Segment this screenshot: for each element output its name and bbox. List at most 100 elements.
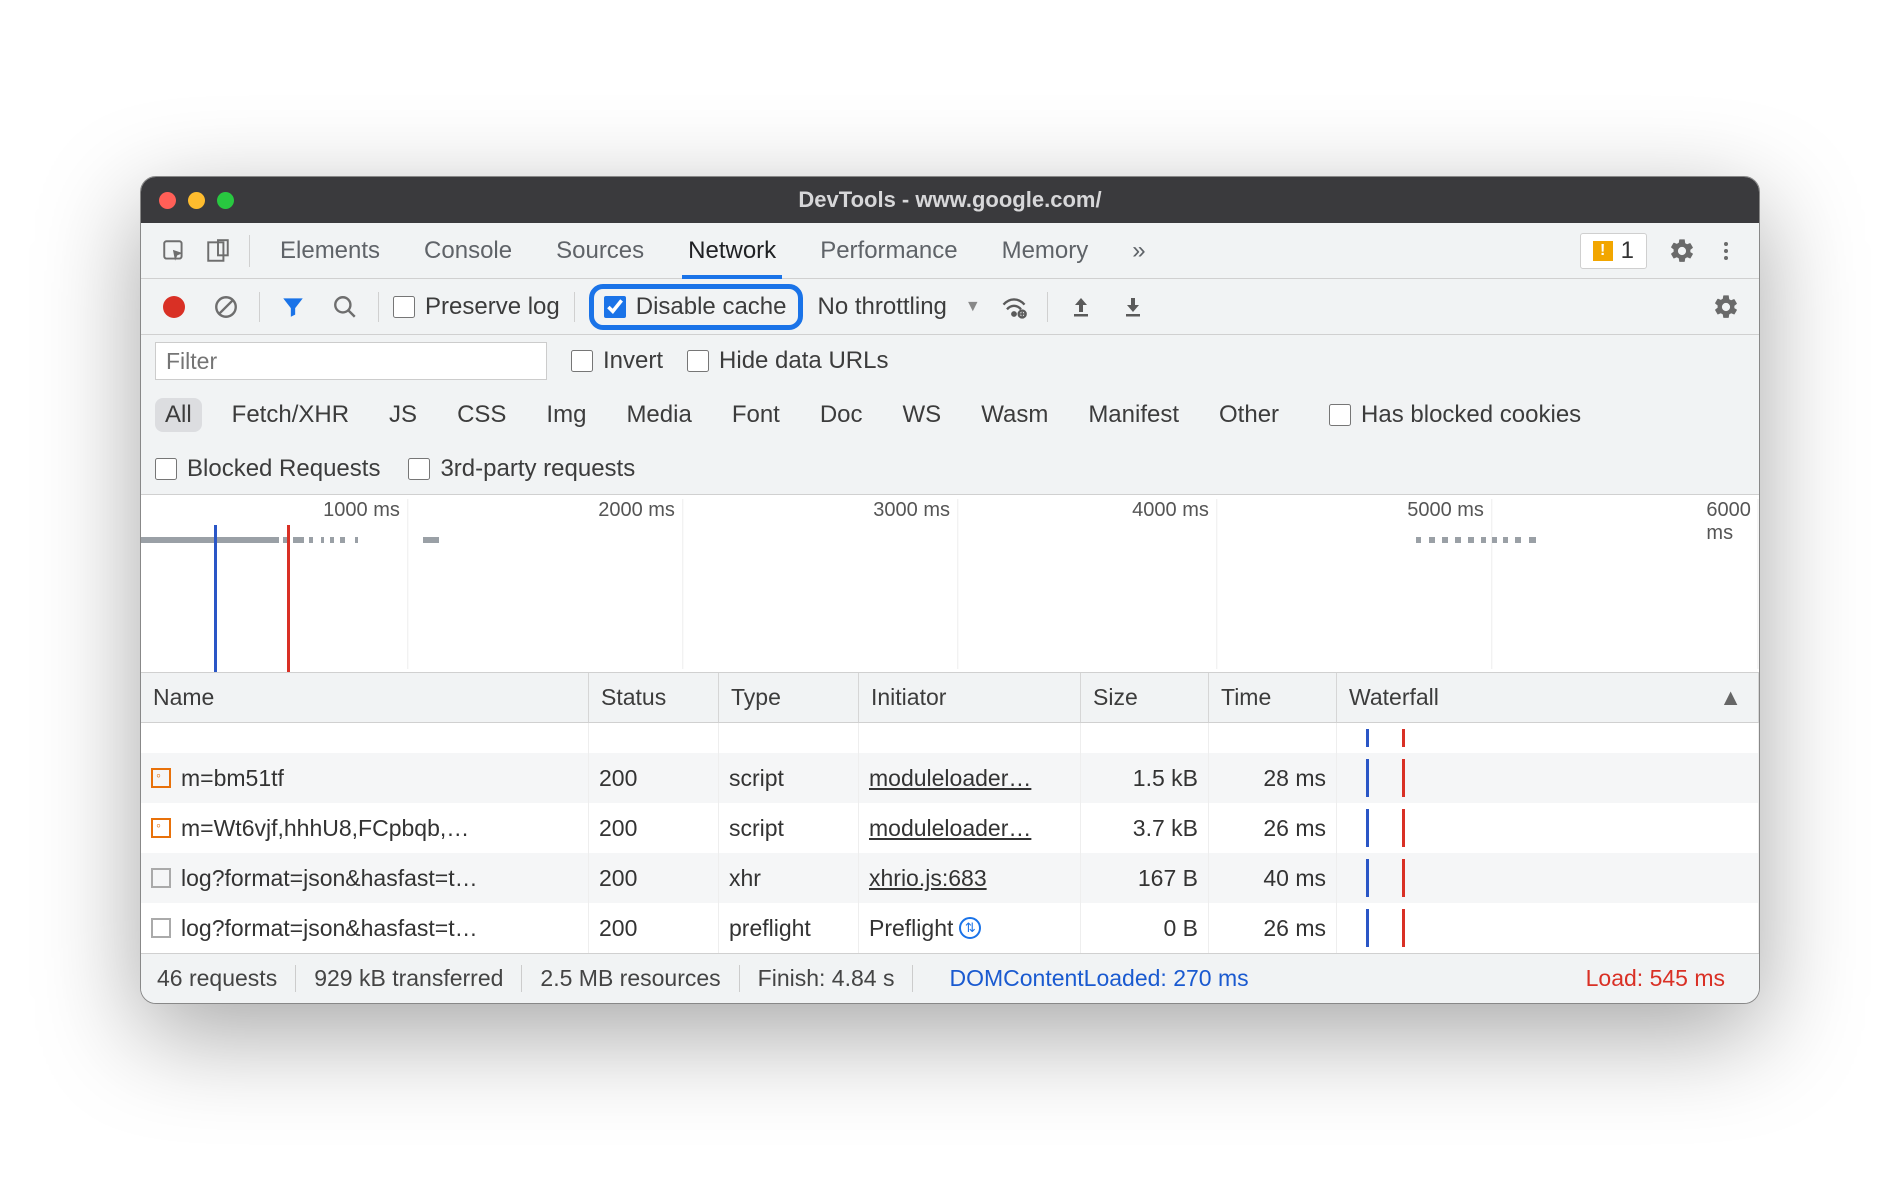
disable-cache-input[interactable]: [604, 296, 626, 318]
panel-settings-icon[interactable]: [1707, 288, 1745, 326]
inspect-element-icon[interactable]: [155, 232, 193, 270]
type-chip-css[interactable]: CSS: [447, 398, 516, 432]
tab-elements[interactable]: Elements: [280, 223, 380, 278]
table-header: Name Status Type Initiator Size Time Wat…: [141, 673, 1759, 723]
filter-icon[interactable]: [274, 288, 312, 326]
close-window-button[interactable]: [159, 192, 176, 209]
type-chip-doc[interactable]: Doc: [810, 398, 873, 432]
col-waterfall[interactable]: Waterfall ▲: [1337, 673, 1759, 722]
type-chip-ws[interactable]: WS: [893, 398, 952, 432]
minimize-window-button[interactable]: [188, 192, 205, 209]
load-marker: [287, 525, 290, 672]
col-size[interactable]: Size: [1081, 673, 1209, 722]
table-row[interactable]: m=bm51tf200scriptmoduleloader…1.5 kB28 m…: [141, 753, 1759, 803]
status-bar: 46 requests 929 kB transferred 2.5 MB re…: [141, 953, 1759, 1003]
disable-cache-checkbox[interactable]: Disable cache: [604, 293, 787, 321]
download-har-icon[interactable]: [1114, 288, 1152, 326]
cell-initiator: moduleloader…: [859, 803, 1081, 853]
type-chip-other[interactable]: Other: [1209, 398, 1289, 432]
type-chip-fetchxhr[interactable]: Fetch/XHR: [222, 398, 359, 432]
col-status[interactable]: Status: [589, 673, 719, 722]
network-conditions-icon[interactable]: [995, 288, 1033, 326]
type-chip-media[interactable]: Media: [616, 398, 701, 432]
type-chip-img[interactable]: Img: [536, 398, 596, 432]
extra-filter-row: Blocked Requests 3rd-party requests: [141, 443, 1759, 495]
filter-row: Invert Hide data URLs: [141, 335, 1759, 387]
upload-har-icon[interactable]: [1062, 288, 1100, 326]
cell-size: 0 B: [1081, 903, 1209, 953]
issues-badge[interactable]: ! 1: [1580, 233, 1647, 269]
cell-type: script: [719, 803, 859, 853]
type-chip-manifest[interactable]: Manifest: [1078, 398, 1189, 432]
initiator-link[interactable]: xhrio.js:683: [869, 865, 987, 892]
timeline-tick: 6000 ms: [1706, 499, 1751, 545]
search-icon[interactable]: [326, 288, 364, 326]
col-initiator[interactable]: Initiator: [859, 673, 1081, 722]
table-row[interactable]: log?format=json&hasfast=t…200xhrxhrio.js…: [141, 853, 1759, 903]
filter-input[interactable]: [155, 342, 547, 380]
blocked-requests-checkbox[interactable]: Blocked Requests: [155, 455, 380, 483]
kebab-menu-icon[interactable]: [1707, 232, 1745, 270]
initiator-link[interactable]: moduleloader…: [869, 765, 1031, 792]
tab-sources[interactable]: Sources: [556, 223, 644, 278]
preserve-log-checkbox[interactable]: Preserve log: [393, 293, 560, 321]
has-blocked-cookies-checkbox[interactable]: Has blocked cookies: [1329, 401, 1581, 429]
invert-checkbox[interactable]: Invert: [571, 347, 663, 375]
initiator-link[interactable]: moduleloader…: [869, 815, 1031, 842]
cell-initiator: xhrio.js:683: [859, 853, 1081, 903]
tabs-overflow-button[interactable]: »: [1132, 223, 1145, 278]
cell-initiator: moduleloader…: [859, 753, 1081, 803]
type-chip-font[interactable]: Font: [722, 398, 790, 432]
window-controls: [159, 192, 234, 209]
type-chip-all[interactable]: All: [155, 398, 202, 432]
maximize-window-button[interactable]: [217, 192, 234, 209]
timeline-tick: 4000 ms: [1132, 499, 1209, 522]
network-toolbar: Preserve log Disable cache No throttling…: [141, 279, 1759, 335]
preserve-log-input[interactable]: [393, 296, 415, 318]
timeline-tick: 1000 ms: [323, 499, 400, 522]
settings-icon[interactable]: [1663, 232, 1701, 270]
tab-console[interactable]: Console: [424, 223, 512, 278]
type-chip-wasm[interactable]: Wasm: [971, 398, 1058, 432]
col-time[interactable]: Time: [1209, 673, 1337, 722]
separator: [259, 292, 260, 322]
dropdown-caret-icon: ▼: [965, 298, 981, 316]
status-requests: 46 requests: [157, 965, 296, 992]
third-party-checkbox[interactable]: 3rd-party requests: [408, 455, 635, 483]
tabs-list: Elements Console Sources Network Perform…: [280, 223, 1146, 278]
timeline-overview[interactable]: 1000 ms2000 ms3000 ms4000 ms5000 ms6000 …: [141, 495, 1759, 673]
col-name[interactable]: Name: [141, 673, 589, 722]
clear-button[interactable]: [207, 288, 245, 326]
preserve-log-label: Preserve log: [425, 293, 560, 321]
cell-waterfall: [1337, 903, 1759, 953]
titlebar: DevTools - www.google.com/: [141, 177, 1759, 223]
tab-performance[interactable]: Performance: [820, 223, 957, 278]
timeline-tick: 3000 ms: [873, 499, 950, 522]
timeline-tick: 2000 ms: [598, 499, 675, 522]
cell-waterfall: [1337, 853, 1759, 903]
hide-data-urls-checkbox[interactable]: Hide data URLs: [687, 347, 888, 375]
status-finish: Finish: 4.84 s: [740, 965, 914, 992]
separator: [378, 292, 379, 322]
warning-icon: !: [1593, 241, 1613, 261]
record-button[interactable]: [155, 288, 193, 326]
tab-network[interactable]: Network: [688, 223, 776, 278]
col-type[interactable]: Type: [719, 673, 859, 722]
tab-memory[interactable]: Memory: [1002, 223, 1089, 278]
type-chip-js[interactable]: JS: [379, 398, 427, 432]
status-transferred: 929 kB transferred: [296, 965, 522, 992]
domcontentloaded-marker: [214, 525, 217, 672]
throttling-select[interactable]: No throttling ▼: [817, 293, 980, 321]
cell-time: 26 ms: [1209, 903, 1337, 953]
cell-size: 3.7 kB: [1081, 803, 1209, 853]
table-row-gap: [141, 723, 1759, 753]
device-toolbar-icon[interactable]: [199, 232, 237, 270]
preflight-icon: ⇅: [959, 917, 981, 939]
separator: [574, 292, 575, 322]
type-filter-row: All Fetch/XHR JS CSS Img Media Font Doc …: [141, 387, 1759, 443]
table-row[interactable]: log?format=json&hasfast=t…200preflightPr…: [141, 903, 1759, 953]
table-row[interactable]: m=Wt6vjf,hhhU8,FCpbqb,…200scriptmodulelo…: [141, 803, 1759, 853]
cell-status: 200: [589, 903, 719, 953]
status-domcontentloaded: DOMContentLoaded: 270 ms: [931, 965, 1266, 992]
status-resources: 2.5 MB resources: [522, 965, 739, 992]
